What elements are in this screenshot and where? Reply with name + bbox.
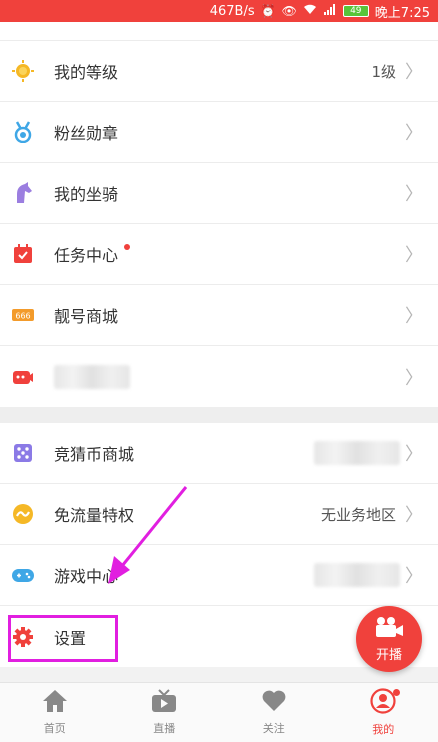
battery-icon: 49 bbox=[342, 5, 369, 17]
data-free-value: 无业务地区 bbox=[320, 505, 396, 524]
chevron-right-icon: 〉 bbox=[405, 123, 423, 144]
bottom-tab-bar: 首页 直播 关注 我的 bbox=[0, 682, 438, 742]
menu-item-label: 竞猜币商城 bbox=[54, 445, 135, 464]
menu-item-data-free[interactable]: 免流量特权 无业务地区 〉 bbox=[0, 484, 438, 545]
level-icon bbox=[12, 60, 34, 82]
task-icon bbox=[12, 243, 34, 265]
tab-label: 直播 bbox=[153, 722, 176, 735]
clock: 晚上7:25 bbox=[374, 5, 430, 21]
notification-dot bbox=[392, 689, 400, 696]
settings-icon bbox=[12, 626, 34, 648]
alarm-icon: ⏰ bbox=[260, 4, 276, 18]
eye-icon: 👁 bbox=[281, 4, 297, 18]
network-speed: 467B/s bbox=[209, 3, 255, 19]
home-icon bbox=[42, 689, 68, 717]
horse-icon bbox=[12, 182, 34, 204]
tab-mine[interactable]: 我的 bbox=[329, 683, 438, 742]
menu-list: 我的等级 1级 〉 粉丝勋章 〉 我的坐骑 〉 任务中心 〉 666 靓号商城 … bbox=[0, 22, 438, 667]
video-icon bbox=[12, 366, 34, 388]
tv-icon bbox=[151, 689, 177, 717]
blurred-label bbox=[54, 364, 130, 389]
notification-dot bbox=[124, 244, 130, 250]
menu-item-level[interactable] bbox=[0, 22, 438, 41]
tab-label: 首页 bbox=[43, 722, 66, 735]
menu-item-label: 任务中心 bbox=[54, 246, 119, 265]
chevron-right-icon: 〉 bbox=[405, 505, 423, 526]
data-free-icon bbox=[12, 503, 34, 525]
blurred-value bbox=[314, 563, 400, 587]
chevron-right-icon: 〉 bbox=[405, 367, 423, 389]
medal-icon bbox=[12, 121, 34, 143]
tab-follow[interactable]: 关注 bbox=[219, 683, 329, 742]
go-live-button[interactable]: 开播 bbox=[356, 606, 422, 672]
number-icon: 666 bbox=[12, 304, 34, 326]
menu-item-number-shop[interactable]: 666 靓号商城 〉 bbox=[0, 285, 438, 346]
menu-item-coin-shop[interactable]: 竞猜币商城 〉 bbox=[0, 423, 438, 484]
go-live-label: 开播 bbox=[375, 647, 402, 663]
battery-level: 49 bbox=[350, 6, 362, 16]
menu-group-1: 我的等级 1级 〉 粉丝勋章 〉 我的坐骑 〉 任务中心 〉 666 靓号商城 … bbox=[0, 22, 438, 407]
tab-label: 我的 bbox=[372, 723, 395, 736]
tab-live[interactable]: 直播 bbox=[110, 683, 220, 742]
menu-item-task-center[interactable]: 任务中心 〉 bbox=[0, 224, 438, 285]
menu-item-label: 免流量特权 bbox=[54, 506, 135, 525]
status-bar: 467B/s ⏰ 👁 49 晚上7:25 bbox=[0, 0, 438, 22]
menu-item-level[interactable]: 我的等级 1级 〉 bbox=[0, 41, 438, 102]
level-value: 1级 bbox=[371, 62, 396, 81]
menu-item-fan-medal[interactable]: 粉丝勋章 〉 bbox=[0, 102, 438, 163]
menu-item-blurred[interactable]: 〉 bbox=[0, 346, 438, 407]
signal-icon bbox=[323, 4, 337, 18]
chevron-right-icon: 〉 bbox=[405, 184, 423, 205]
tab-label: 关注 bbox=[262, 722, 285, 735]
svg-text:666: 666 bbox=[15, 312, 30, 321]
menu-item-mount[interactable]: 我的坐骑 〉 bbox=[0, 163, 438, 224]
menu-item-label: 游戏中心 bbox=[54, 567, 119, 586]
menu-item-label: 粉丝勋章 bbox=[54, 124, 119, 143]
menu-item-label: 我的坐骑 bbox=[54, 185, 119, 204]
chevron-right-icon: 〉 bbox=[405, 245, 423, 266]
menu-item-game-center[interactable]: 游戏中心 〉 bbox=[0, 545, 438, 606]
chevron-right-icon: 〉 bbox=[405, 62, 423, 83]
chevron-right-icon: 〉 bbox=[405, 444, 423, 465]
tab-home[interactable]: 首页 bbox=[0, 683, 110, 742]
camera-icon bbox=[374, 616, 404, 642]
blurred-value bbox=[314, 441, 400, 465]
section-divider bbox=[0, 407, 438, 423]
menu-item-label: 我的等级 bbox=[54, 63, 119, 82]
wifi-icon bbox=[303, 4, 317, 18]
menu-item-label: 设置 bbox=[54, 628, 87, 648]
menu-item-label: 靓号商城 bbox=[54, 307, 119, 326]
chevron-right-icon: 〉 bbox=[405, 566, 423, 587]
dice-icon bbox=[12, 442, 34, 464]
heart-icon bbox=[261, 689, 287, 717]
gamepad-icon bbox=[12, 564, 34, 586]
chevron-right-icon: 〉 bbox=[405, 306, 423, 327]
